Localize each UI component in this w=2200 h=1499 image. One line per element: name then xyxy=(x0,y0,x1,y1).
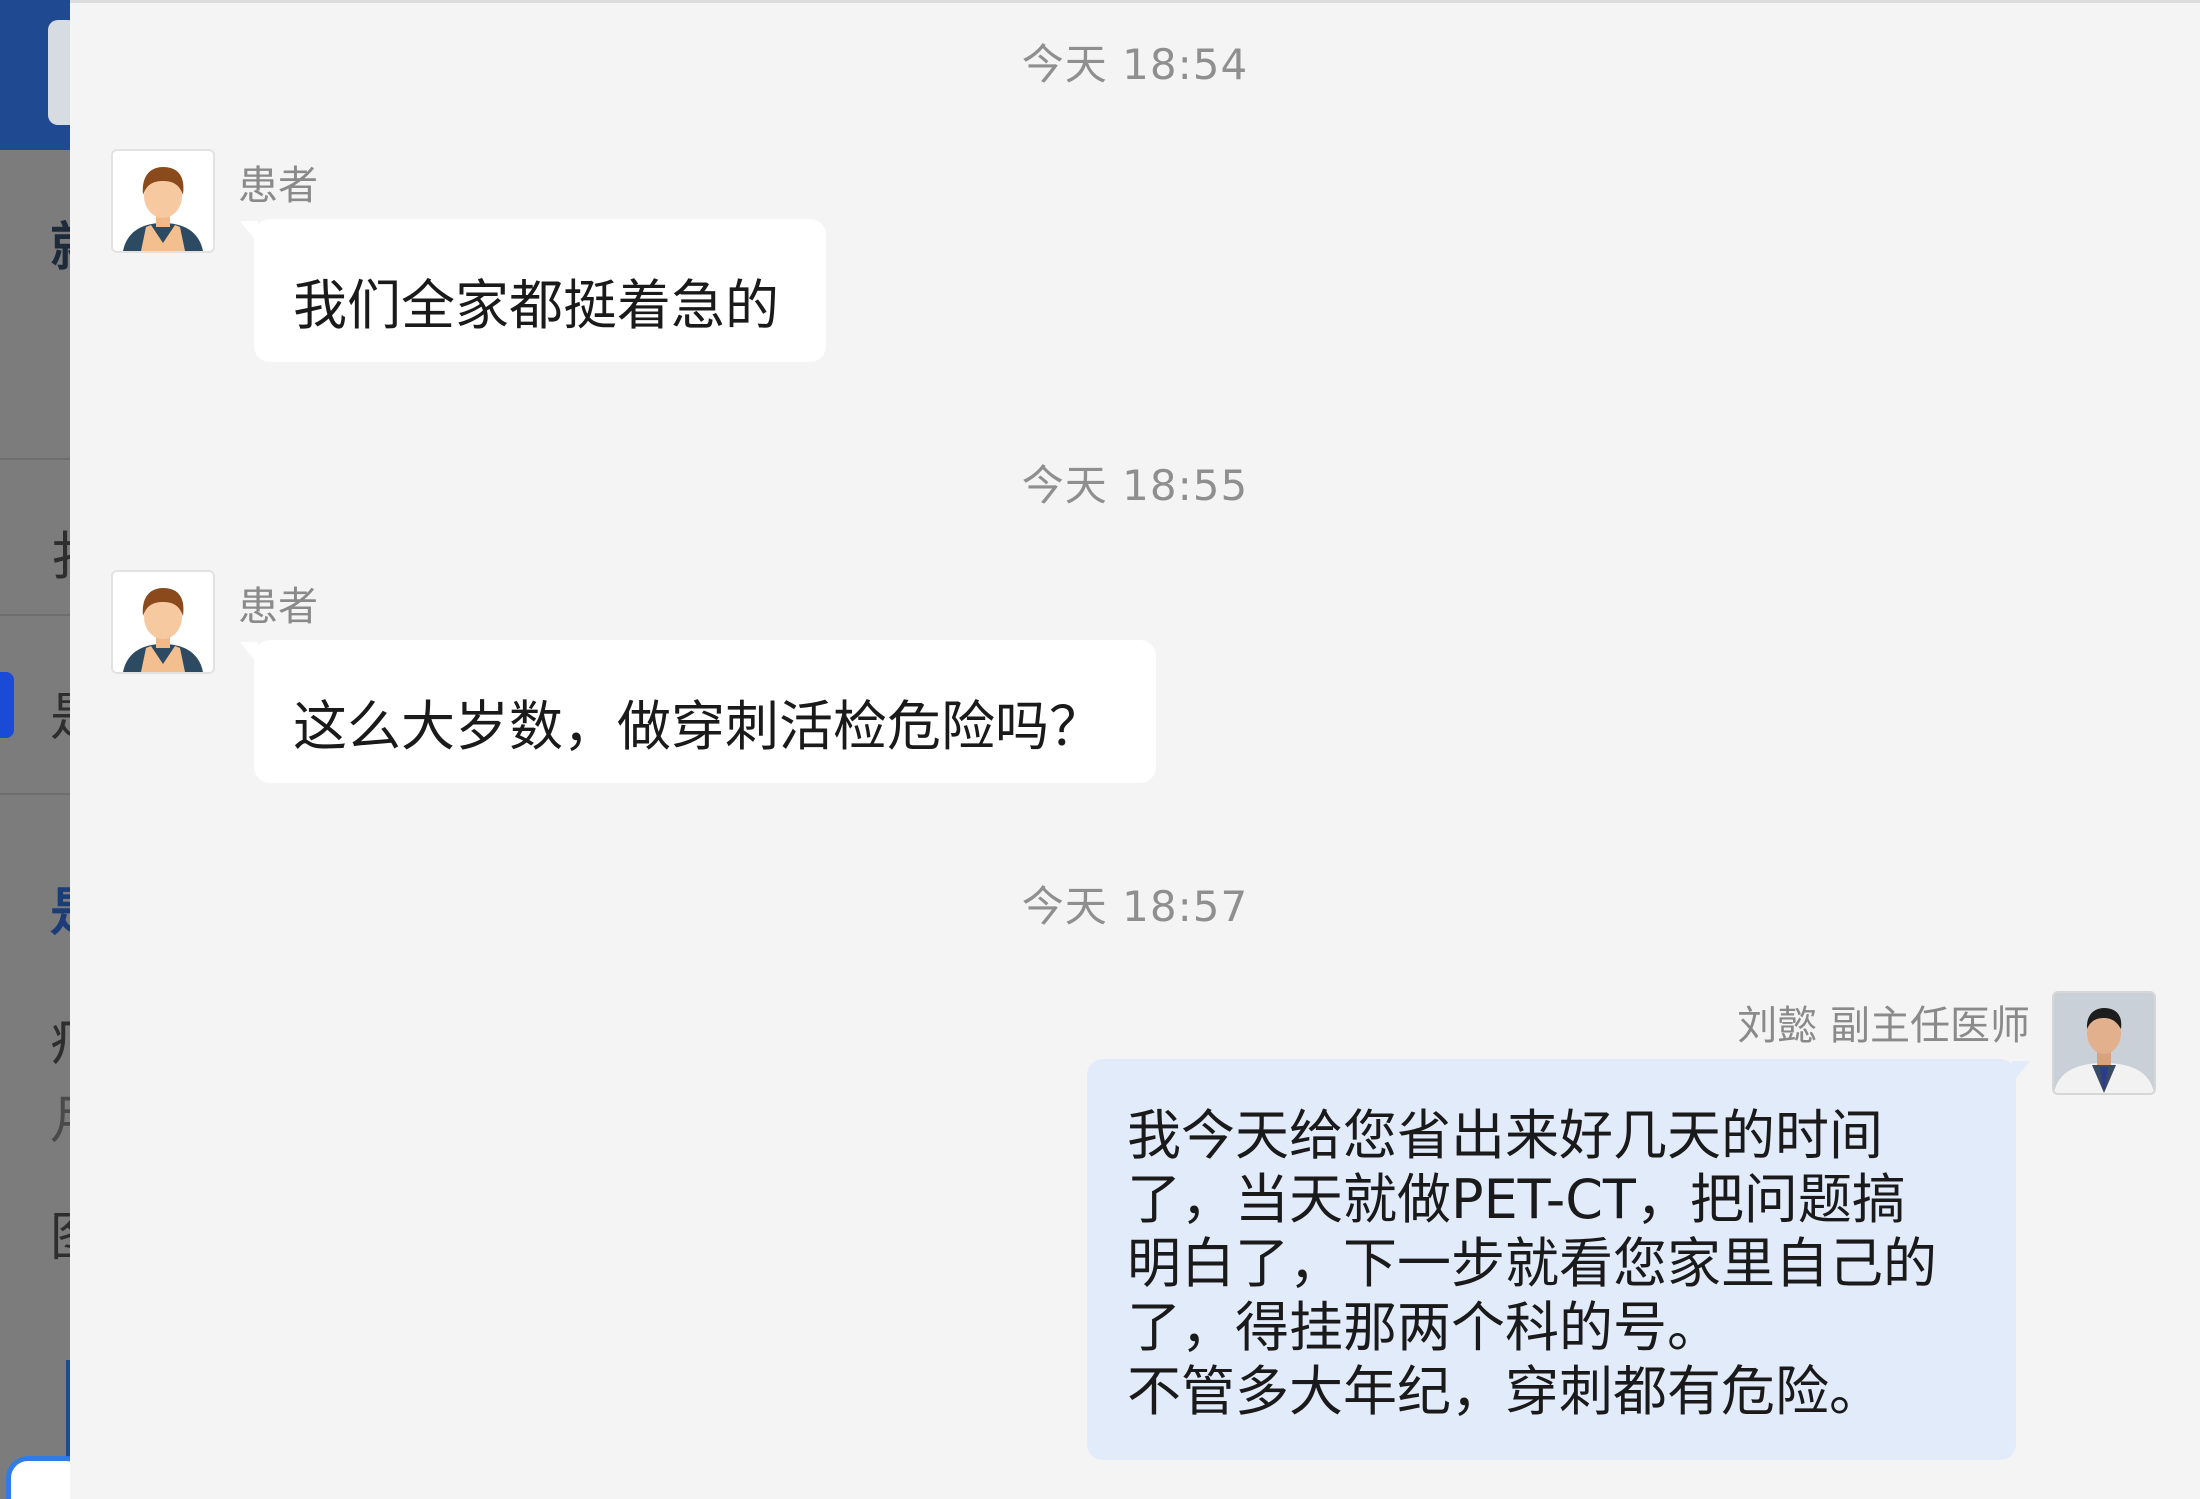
chat-panel: 今天 18:54 患者 我们全家都挺着急的 今天 18:55 患者 这么大岁数，… xyxy=(70,0,2200,1499)
message-bubble[interactable]: 我们全家都挺着急的 xyxy=(240,219,826,362)
message-text: 我今天给您省出来好几天的时间 了，当天就做PET-CT，把问题搞 明白了，下一步… xyxy=(1127,1104,1937,1423)
background-divider xyxy=(0,614,72,616)
sender-name: 刘懿 副主任医师 xyxy=(1737,1003,2030,1049)
background-heading-glyph: 是 xyxy=(50,870,72,945)
background-search-box xyxy=(48,20,72,125)
doctor-photo xyxy=(2054,993,2154,1093)
background-text-glyph: 是 xyxy=(50,675,72,750)
message-timestamp: 今天 18:55 xyxy=(1021,461,1249,510)
background-header-bar xyxy=(0,0,72,150)
background-text-glyph: 扌 xyxy=(50,515,72,590)
background-tab-marker xyxy=(0,672,14,738)
sender-name: 患者 xyxy=(238,163,318,209)
patient-avatar-icon xyxy=(123,588,203,672)
message-text: 我们全家都挺着急的 xyxy=(293,274,779,337)
message-bubble[interactable]: 我今天给您省出来好几天的时间 了，当天就做PET-CT，把问题搞 明白了，下一步… xyxy=(1087,1059,2030,1460)
background-divider xyxy=(0,793,72,795)
background-divider xyxy=(0,458,72,460)
patient-avatar[interactable] xyxy=(111,149,215,253)
message-timestamp: 今天 18:57 xyxy=(1021,882,1249,931)
sender-name: 患者 xyxy=(238,584,318,630)
background-text-glyph: 疒 xyxy=(50,1000,72,1075)
message-text: 这么大岁数，做穿刺活检危险吗？ xyxy=(293,695,1103,758)
background-page-strip: 就 扌 是 是 疒 月 图 xyxy=(0,0,72,1499)
patient-avatar-icon xyxy=(123,167,203,251)
background-floating-button[interactable] xyxy=(6,1456,72,1499)
message-timestamp: 今天 18:54 xyxy=(1021,40,1249,89)
background-text-glyph: 图 xyxy=(50,1195,72,1270)
patient-avatar[interactable] xyxy=(111,570,215,674)
message-bubble[interactable]: 这么大岁数，做穿刺活检危险吗？ xyxy=(240,640,1156,783)
background-heading-glyph: 就 xyxy=(50,205,72,280)
doctor-avatar[interactable] xyxy=(2052,991,2156,1095)
background-text-glyph: 月 xyxy=(50,1078,72,1153)
